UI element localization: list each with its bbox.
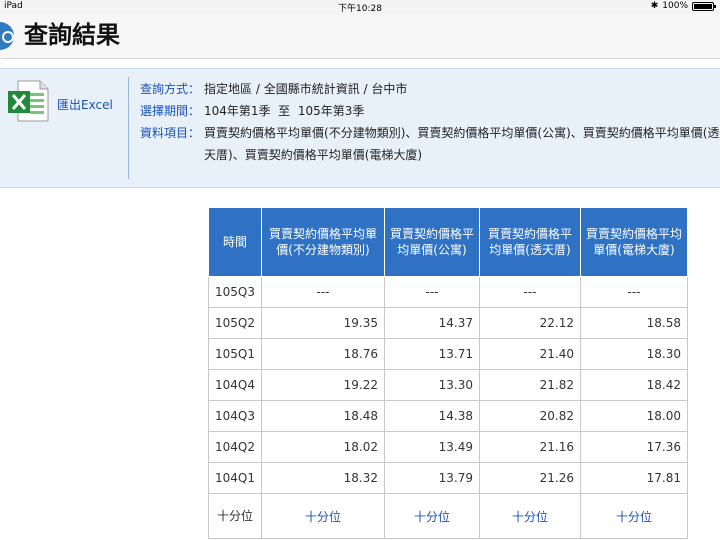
- app-logo-icon[interactable]: [0, 22, 14, 50]
- title-bar: 查詢結果: [0, 14, 720, 59]
- cell-time: 105Q1: [208, 338, 262, 370]
- cell-time: 105Q2: [208, 307, 262, 339]
- cell-value: 18.76: [260, 338, 385, 370]
- status-right: ✱ 100%: [650, 1, 716, 11]
- cell-time: 104Q1: [208, 462, 262, 494]
- decile-link-all[interactable]: 十分位: [260, 493, 385, 539]
- excel-file-icon[interactable]: [6, 79, 50, 123]
- header-avg-elevator: 買賣契約價格平均單價(電梯大廈): [579, 207, 688, 277]
- cell-value: 14.38: [383, 400, 480, 432]
- battery-percent: 100%: [662, 1, 688, 11]
- status-time: 下午10:28: [338, 4, 382, 14]
- cell-time: 104Q2: [208, 431, 262, 463]
- battery-fill: [694, 3, 712, 9]
- query-details: 查詢方式： 指定地區 / 全國縣市統計資訊 / 台中市 選擇期間： 104年第1…: [140, 78, 720, 166]
- header-avg-townhouse: 買賣契約價格平均單價(透天厝): [478, 207, 581, 277]
- decile-link-townhouse[interactable]: 十分位: [478, 493, 581, 539]
- export-excel-button[interactable]: 匯出Excel: [6, 79, 122, 129]
- header-avg-apartment: 買賣契約價格平均單價(公寓): [383, 207, 480, 277]
- query-method-row: 查詢方式： 指定地區 / 全國縣市統計資訊 / 台中市: [140, 78, 720, 100]
- cell-value: 17.81: [579, 462, 688, 494]
- cell-value: 18.00: [579, 400, 688, 432]
- table-row: 104Q3 18.48 14.38 20.82 18.00: [208, 400, 688, 432]
- table-row: 105Q2 19.35 14.37 22.12 18.58: [208, 307, 688, 339]
- decile-link-apartment[interactable]: 十分位: [383, 493, 480, 539]
- cell-value: 21.16: [478, 431, 581, 463]
- cell-value: 19.22: [260, 369, 385, 401]
- panel-divider: [128, 77, 129, 179]
- cell-value: 18.30: [579, 338, 688, 370]
- query-period-row: 選擇期間： 104年第1季 至 105年第3季: [140, 100, 720, 122]
- decile-link-elevator[interactable]: 十分位: [579, 493, 688, 539]
- page-title: 查詢結果: [24, 21, 120, 49]
- header-time: 時間: [208, 207, 262, 277]
- cell-value: ---: [383, 276, 480, 308]
- cell-time: 104Q4: [208, 369, 262, 401]
- cell-value: 18.42: [579, 369, 688, 401]
- query-items-label: 資料項目：: [140, 126, 201, 140]
- decile-label: 十分位: [208, 493, 262, 539]
- cell-value: 22.12: [478, 307, 581, 339]
- decile-row: 十分位 十分位 十分位 十分位 十分位: [208, 493, 688, 539]
- cell-time: 104Q3: [208, 400, 262, 432]
- query-method-value: 指定地區 / 全國縣市統計資訊 / 台中市: [204, 82, 408, 96]
- results-table-wrap: 時間 買賣契約價格平均單價(不分建物類別) 買賣契約價格平均單價(公寓) 買賣契…: [208, 207, 688, 539]
- cell-value: 13.71: [383, 338, 480, 370]
- cell-value: 21.40: [478, 338, 581, 370]
- header-avg-all: 買賣契約價格平均單價(不分建物類別): [260, 207, 385, 277]
- table-row: 105Q1 18.76 13.71 21.40 18.30: [208, 338, 688, 370]
- query-info-panel: 匯出Excel 查詢方式： 指定地區 / 全國縣市統計資訊 / 台中市 選擇期間…: [0, 68, 720, 188]
- cell-value: 17.36: [579, 431, 688, 463]
- table-row: 105Q3 --- --- --- ---: [208, 276, 688, 308]
- cell-value: 21.82: [478, 369, 581, 401]
- query-items-row: 資料項目： 買賣契約價格平均單價(不分建物類別)、買賣契約價格平均單價(公寓)、…: [140, 122, 720, 166]
- cell-value: 13.79: [383, 462, 480, 494]
- cell-value: ---: [579, 276, 688, 308]
- bluetooth-icon: ✱: [650, 1, 659, 11]
- export-excel-link[interactable]: 匯出Excel: [57, 96, 113, 113]
- cell-value: 20.82: [478, 400, 581, 432]
- table-row: 104Q2 18.02 13.49 21.16 17.36: [208, 431, 688, 463]
- cell-value: ---: [478, 276, 581, 308]
- cell-value: ---: [260, 276, 385, 308]
- query-period-label: 選擇期間：: [140, 104, 201, 118]
- cell-value: 19.35: [260, 307, 385, 339]
- results-table: 時間 買賣契約價格平均單價(不分建物類別) 買賣契約價格平均單價(公寓) 買賣契…: [208, 207, 688, 539]
- table-row: 104Q1 18.32 13.79 21.26 17.81: [208, 462, 688, 494]
- cell-value: 13.30: [383, 369, 480, 401]
- cell-value: 18.02: [260, 431, 385, 463]
- cell-value: 18.58: [579, 307, 688, 339]
- query-method-label: 查詢方式：: [140, 82, 201, 96]
- battery-icon: [692, 1, 716, 11]
- status-bar: iPad 下午10:28 ✱ 100%: [0, 0, 720, 14]
- cell-value: 13.49: [383, 431, 480, 463]
- table-header-row: 時間 買賣契約價格平均單價(不分建物類別) 買賣契約價格平均單價(公寓) 買賣契…: [208, 207, 688, 277]
- query-items-value: 買賣契約價格平均單價(不分建物類別)、買賣契約價格平均單價(公寓)、買賣契約價格…: [204, 126, 720, 162]
- cell-time: 105Q3: [208, 276, 262, 308]
- query-period-value: 104年第1季 至 105年第3季: [204, 104, 365, 118]
- cell-value: 18.48: [260, 400, 385, 432]
- cell-value: 14.37: [383, 307, 480, 339]
- cell-value: 18.32: [260, 462, 385, 494]
- table-row: 104Q4 19.22 13.30 21.82 18.42: [208, 369, 688, 401]
- cell-value: 21.26: [478, 462, 581, 494]
